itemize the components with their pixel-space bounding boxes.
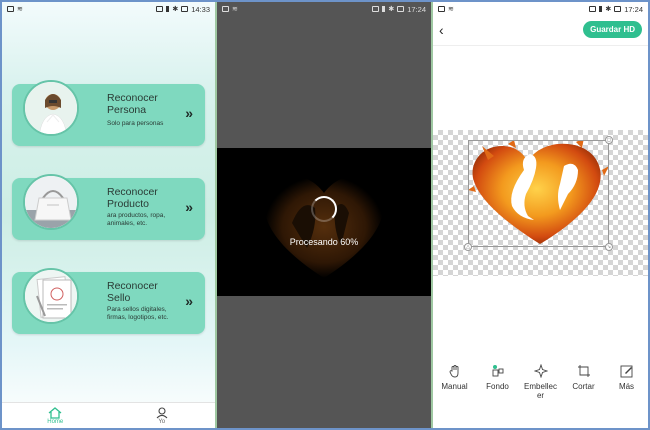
nfc-icon	[589, 6, 597, 12]
tool-crop[interactable]: Cortar	[562, 364, 605, 404]
double-chevron-right-icon: »	[185, 293, 193, 309]
fire-heart-image	[264, 175, 384, 278]
vibrate-icon	[599, 6, 603, 12]
nav-me-label: Yo	[158, 418, 166, 425]
vibrate-icon	[166, 6, 170, 12]
home-icon	[48, 406, 62, 419]
bottom-navigation: Home Yo	[2, 402, 215, 428]
nav-me[interactable]: Yo	[109, 403, 216, 428]
background-icon	[492, 365, 503, 377]
sim-icon	[7, 6, 14, 12]
selection-box[interactable]: ◻ △ ↘	[464, 136, 613, 251]
nav-home[interactable]: Home	[2, 403, 109, 428]
bluetooth-icon: ✱	[388, 6, 395, 13]
user-icon	[156, 406, 168, 418]
nav-home-label: Home	[47, 418, 64, 425]
stamp-thumbnail	[23, 268, 79, 324]
edit-icon	[620, 365, 632, 378]
sparkle-icon	[533, 364, 548, 378]
tool-label: Manual	[441, 382, 468, 391]
clock: 14:33	[191, 4, 210, 14]
card-recognize-stamp[interactable]: Reconocer Sello Para sellos digitales, f…	[12, 268, 205, 334]
clock: 17:24	[624, 4, 643, 14]
card-title: Reconocer Producto	[107, 186, 158, 210]
bluetooth-icon: ✱	[605, 6, 612, 13]
hand-icon	[449, 365, 458, 378]
tool-label: Más	[618, 382, 635, 391]
battery-icon	[397, 6, 405, 12]
loading-spinner	[311, 196, 337, 222]
card-subtitle: Para sellos digitales, firmas, logotipos…	[107, 306, 169, 321]
status-bar: ≋ ✱ 17:24	[433, 2, 648, 16]
bluetooth-icon: ✱	[172, 6, 179, 13]
tool-beautify[interactable]: Embellecer	[519, 364, 562, 404]
product-thumbnail	[23, 174, 79, 230]
wifi-icon: ≋	[448, 6, 454, 13]
person-thumbnail	[23, 80, 79, 136]
double-chevron-right-icon: »	[185, 199, 193, 215]
battery-icon	[614, 6, 622, 12]
sim-icon	[438, 6, 445, 12]
card-title: Reconocer Sello	[107, 280, 158, 304]
save-hd-button[interactable]: Guardar HD	[583, 21, 642, 38]
flip-handle-icon[interactable]: △	[464, 243, 472, 251]
resize-handle-icon[interactable]: ↘	[605, 243, 613, 251]
card-subtitle: ara productos, ropa, animales, etc.	[107, 212, 166, 227]
status-bar: ≋ ✱ 17:24	[217, 2, 431, 16]
tool-label: Cortar	[572, 382, 595, 391]
wifi-icon: ≋	[17, 6, 23, 13]
clock: 17:24	[407, 4, 426, 14]
processing-image: Procesando 60%	[217, 148, 431, 296]
wifi-icon: ≋	[232, 6, 238, 13]
editor-header: ‹ Guardar HD	[433, 16, 648, 46]
card-recognize-person[interactable]: Reconocer Persona Solo para personas »	[12, 80, 205, 146]
back-arrow-icon[interactable]: ‹	[439, 22, 444, 38]
tool-background[interactable]: Fondo	[476, 364, 519, 404]
tool-manual[interactable]: Manual	[433, 364, 476, 404]
sim-icon	[222, 6, 229, 12]
battery-icon	[181, 6, 189, 12]
processing-status: Procesando 60%	[289, 237, 359, 247]
status-bar: ≋ ✱ 14:33	[2, 2, 215, 16]
editor-screen: ≋ ✱ 17:24 ‹ Guardar HD ◻ △ ↘ Manual Fond…	[433, 2, 648, 428]
tool-label: Fondo	[486, 382, 509, 391]
editor-toolbar: Manual Fondo Embellecer Cortar Más	[433, 364, 648, 404]
nfc-icon	[156, 6, 164, 12]
double-chevron-right-icon: »	[185, 105, 193, 121]
card-title: Reconocer Persona	[107, 92, 158, 116]
tool-label: Embellecer	[524, 382, 557, 400]
crop-icon	[577, 365, 590, 377]
vibrate-icon	[382, 6, 386, 12]
home-screen: ≋ ✱ 14:33 Reconocer Persona Solo para pe…	[2, 2, 215, 428]
nfc-icon	[372, 6, 380, 12]
tool-more[interactable]: Más	[605, 364, 648, 404]
card-subtitle: Solo para personas	[107, 120, 164, 127]
card-recognize-product[interactable]: Reconocer Producto ara productos, ropa, …	[12, 174, 205, 240]
processing-screen: ≋ ✱ 17:24 Procesando 60%	[217, 2, 431, 428]
copy-handle-icon[interactable]: ◻	[605, 136, 613, 144]
